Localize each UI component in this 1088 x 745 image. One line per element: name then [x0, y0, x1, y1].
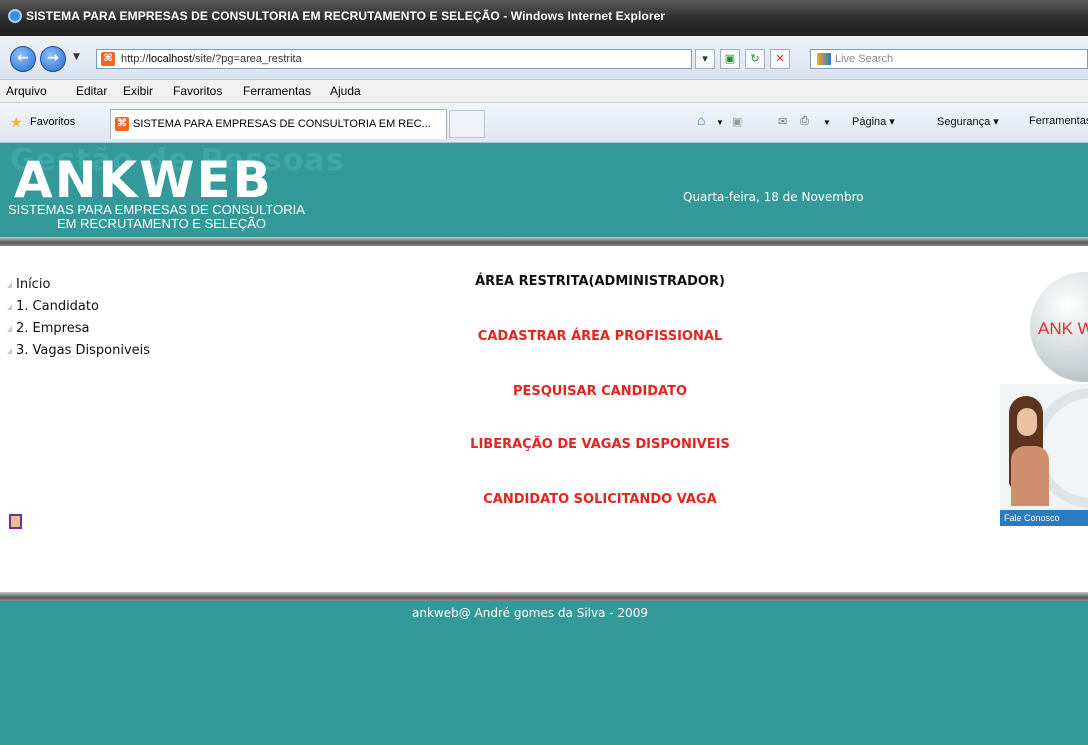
address-toolbar: ← → ▼ ⌘ http://localhost/site/?pg=area_r…: [0, 36, 1088, 80]
page-favicon-icon: ⌘: [101, 52, 115, 66]
live-search-icon: [817, 53, 831, 65]
bubble-text: ANK W: [1038, 319, 1088, 338]
forward-button[interactable]: →: [40, 46, 66, 72]
window-title-bar: SISTEMA PARA EMPRESAS DE CONSULTORIA EM …: [0, 0, 1088, 36]
link-candidato-solicitando[interactable]: CANDIDATO SOLICITANDO VAGA: [300, 492, 900, 507]
print-icon[interactable]: ⎙: [800, 115, 809, 128]
stop-icon[interactable]: ✕: [770, 49, 790, 69]
compatibility-icon[interactable]: ▣: [720, 49, 740, 69]
footer-credit: ankweb@ André gomes da Silva - 2009: [412, 606, 648, 620]
tab-favicon-icon: ⌘: [115, 117, 129, 131]
menu-favoritos[interactable]: Favoritos: [173, 84, 222, 98]
ie-logo-icon: [8, 9, 22, 23]
nav-inicio[interactable]: Início: [7, 276, 150, 298]
address-url[interactable]: http://localhost/site/?pg=area_restrita: [121, 53, 302, 65]
print-dropdown-icon[interactable]: ▼: [823, 118, 831, 127]
tab-title: SISTEMA PARA EMPRESAS DE CONSULTORIA EM …: [133, 118, 431, 130]
site-header: Gestão de Pessoas ANKWEB SISTEMAS PARA E…: [0, 143, 1088, 238]
favorites-button[interactable]: Favoritos: [30, 116, 75, 128]
menu-editar[interactable]: Editar: [76, 84, 107, 98]
menu-bar: Arquivo Editar Exibir Favoritos Ferramen…: [0, 80, 1088, 103]
contact-banner[interactable]: Fale Conosco: [1000, 384, 1088, 526]
search-placeholder: Live Search: [835, 53, 894, 65]
left-navigation: Início 1. Candidato 2. Empresa 3. Vagas …: [7, 276, 150, 364]
menu-arquivo[interactable]: Arquivo: [6, 84, 47, 98]
back-button[interactable]: ←: [10, 46, 36, 72]
site-subtitle-line2: EM RECRUTAMENTO E SELEÇÃO: [57, 216, 266, 231]
ankweb-bubble-image: ANK W: [1030, 272, 1088, 382]
link-liberacao-vagas[interactable]: LIBERAÇÃO DE VAGAS DISPONIVEIS: [300, 437, 900, 452]
history-dropdown-icon[interactable]: ▼: [73, 52, 80, 62]
menu-exibir[interactable]: Exibir: [123, 84, 153, 98]
link-cadastrar-area[interactable]: CADASTRAR ÁREA PROFISSIONAL: [300, 329, 900, 344]
refresh-icon[interactable]: ↻: [745, 49, 765, 69]
contact-body: [1011, 446, 1049, 506]
feeds-icon[interactable]: ▣: [732, 115, 742, 128]
mail-icon[interactable]: ✉: [778, 115, 787, 128]
menu-ferramentas[interactable]: Ferramentas: [243, 84, 311, 98]
current-date: Quarta-feira, 18 de Novembro: [683, 190, 864, 204]
site-subtitle-line1: SISTEMAS PARA EMPRESAS DE CONSULTORIA: [8, 202, 305, 217]
lock-icon[interactable]: [9, 514, 22, 529]
site-footer: ankweb@ André gomes da Silva - 2009: [0, 601, 1088, 745]
contact-label[interactable]: Fale Conosco: [1000, 510, 1088, 526]
footer-divider: [0, 592, 1088, 601]
nav-candidato[interactable]: 1. Candidato: [7, 298, 150, 320]
search-input[interactable]: Live Search: [810, 49, 1088, 69]
address-dropdown-icon[interactable]: ▾: [695, 49, 715, 69]
home-icon[interactable]: ⌂: [697, 112, 705, 128]
tools-menu[interactable]: Ferramentas: [1029, 115, 1088, 127]
page-menu[interactable]: Página ▾: [852, 115, 895, 128]
link-pesquisar-candidato[interactable]: PESQUISAR CANDIDATO: [300, 384, 900, 399]
browser-tab[interactable]: ⌘ SISTEMA PARA EMPRESAS DE CONSULTORIA E…: [110, 109, 447, 139]
page-title: ÁREA RESTRITA(ADMINISTRADOR): [475, 274, 725, 289]
favorites-star-icon[interactable]: ★: [10, 114, 23, 131]
window-title: SISTEMA PARA EMPRESAS DE CONSULTORIA EM …: [26, 9, 666, 23]
home-dropdown-icon[interactable]: ▼: [716, 118, 724, 127]
nav-empresa[interactable]: 2. Empresa: [7, 320, 150, 342]
address-bar[interactable]: ⌘ http://localhost/site/?pg=area_restrit…: [96, 49, 692, 69]
favorites-bar: ★ Favoritos ⌘ SISTEMA PARA EMPRESAS DE C…: [0, 103, 1088, 143]
nav-vagas[interactable]: 3. Vagas Disponiveis: [7, 342, 150, 364]
contact-face: [1017, 408, 1037, 436]
security-menu[interactable]: Segurança ▾: [937, 115, 999, 128]
header-divider: [0, 237, 1088, 246]
new-tab-button[interactable]: [449, 110, 485, 138]
menu-ajuda[interactable]: Ajuda: [330, 84, 361, 98]
site-logo: ANKWEB: [14, 151, 273, 209]
